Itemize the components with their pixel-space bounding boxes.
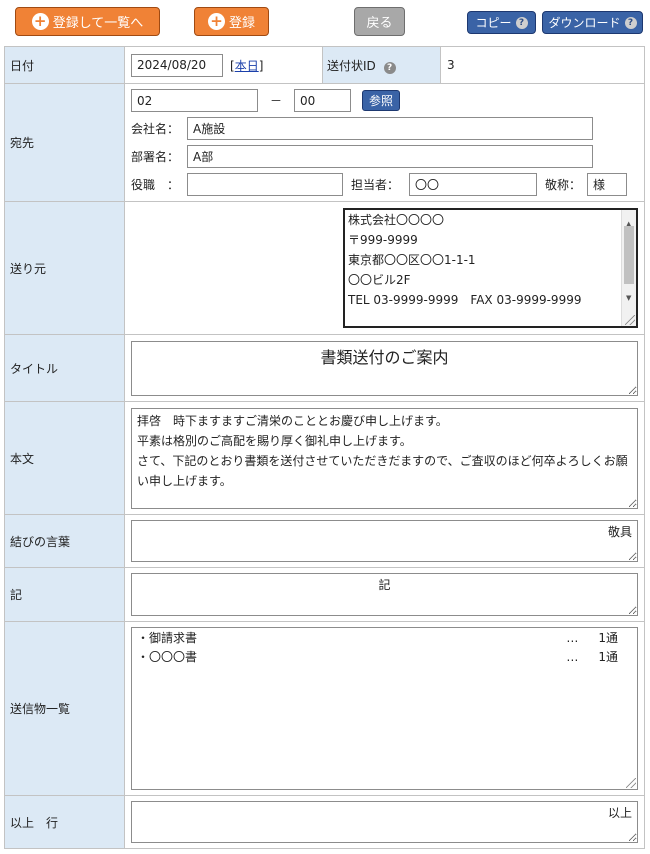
date-row: 日付 [本日] 送付状ID ? 3: [4, 46, 645, 84]
help-icon: ?: [624, 16, 637, 29]
sender-textarea[interactable]: 株式会社〇〇〇〇 〒999-9999 東京都〇〇区〇〇1-1-1 〇〇ビル2F …: [343, 208, 638, 328]
recipient-label: 宛先: [4, 83, 125, 202]
item-qty: 1通: [598, 631, 618, 645]
copy-button[interactable]: コピー ?: [467, 11, 536, 34]
closing-textarea[interactable]: 敬具: [131, 520, 638, 562]
register-label: 登録: [228, 16, 255, 31]
items-label: 送信物一覧: [4, 621, 125, 796]
item-name: ・〇〇〇書: [137, 650, 198, 664]
body-label: 本文: [4, 401, 125, 515]
date-input[interactable]: [131, 53, 223, 77]
back-label: 戻る: [366, 16, 393, 31]
items-row: 送信物一覧 ・御請求書 … 1通 ・〇〇〇書 … 1通: [4, 621, 645, 796]
sender-line: 〇〇ビル2F: [348, 273, 411, 287]
send-id-label-cell: 送付状ID ?: [322, 46, 441, 84]
body-textarea[interactable]: 拝啓 時下ますますご清栄のこととお慶び申し上げます。 平素は格別のご高配を賜り厚…: [131, 407, 638, 509]
sender-line: 株式会社〇〇〇〇: [348, 213, 445, 227]
end-label: 以上 行: [4, 795, 125, 849]
help-icon: ?: [383, 61, 396, 74]
dept-input[interactable]: [187, 145, 593, 168]
end-row: 以上 行 以上: [4, 795, 645, 849]
closing-row: 結びの言葉 敬具: [4, 514, 645, 568]
sender-line: TEL 03-9999-9999 FAX 03-9999-9999: [348, 293, 582, 307]
honorific-label: 敬称：: [545, 178, 582, 192]
closing-label: 結びの言葉: [4, 514, 125, 568]
download-label: ダウンロード: [548, 16, 621, 30]
end-textarea[interactable]: 以上: [131, 801, 638, 843]
today-link-wrap: [本日]: [230, 58, 264, 73]
toolbar: + 登録して一覧へ + 登録 戻る コピー ? ダウンロード ?: [0, 0, 650, 44]
item-dots: …: [566, 631, 579, 645]
items-textarea[interactable]: ・御請求書 … 1通 ・〇〇〇書 … 1通: [131, 627, 638, 790]
resize-grip-icon[interactable]: [625, 315, 635, 325]
download-button[interactable]: ダウンロード ?: [542, 11, 643, 34]
position-input[interactable]: [187, 173, 343, 196]
title-row: タイトル 書類送付のご案内: [4, 334, 645, 402]
body-row: 本文 拝啓 時下ますますご清栄のこととお慶び申し上げます。 平素は格別のご高配を…: [4, 401, 645, 515]
scrollbar-thumb[interactable]: [624, 226, 634, 284]
sender-cell: 株式会社〇〇〇〇 〒999-9999 東京都〇〇区〇〇1-1-1 〇〇ビル2F …: [124, 201, 645, 335]
copy-label: コピー: [475, 16, 512, 30]
today-link[interactable]: 本日: [235, 59, 259, 73]
register-and-list-label: 登録して一覧へ: [52, 16, 144, 31]
lookup-button[interactable]: 参照: [362, 90, 401, 111]
item-qty: 1通: [598, 650, 618, 664]
company-label: 会社名：: [131, 122, 180, 136]
back-button[interactable]: 戻る: [354, 7, 405, 36]
zip2-input[interactable]: [294, 89, 352, 112]
cover-letter-form: 日付 [本日] 送付状ID ? 3 宛先 － 参照 会社名：: [4, 46, 645, 849]
list-item: ・〇〇〇書 … 1通: [137, 648, 632, 667]
ki-label: 記: [4, 567, 125, 622]
zip-separator: －: [270, 94, 283, 108]
honorific-input[interactable]: [587, 173, 627, 196]
end-cell: 以上: [124, 795, 645, 849]
send-id-value: 3: [440, 46, 645, 84]
dept-label: 部署名：: [131, 150, 180, 164]
company-input[interactable]: [187, 117, 593, 140]
item-dots: …: [566, 650, 579, 664]
date-label: 日付: [4, 46, 125, 84]
help-icon: ?: [515, 16, 528, 29]
list-item: ・御請求書 … 1通: [137, 629, 632, 648]
plus-circle-icon: +: [207, 13, 225, 30]
closing-cell: 敬具: [124, 514, 645, 568]
scrollbar[interactable]: ▲ ▼: [621, 210, 636, 326]
zip1-input[interactable]: [131, 89, 258, 112]
title-textarea[interactable]: 書類送付のご案内: [131, 340, 638, 396]
person-label: 担当者：: [351, 178, 400, 192]
sender-row: 送り元 株式会社〇〇〇〇 〒999-9999 東京都〇〇区〇〇1-1-1 〇〇ビ…: [4, 201, 645, 335]
title-cell: 書類送付のご案内: [124, 334, 645, 402]
title-label: タイトル: [4, 334, 125, 402]
position-label: 役職 ：: [131, 178, 180, 192]
plus-circle-icon: +: [31, 13, 49, 30]
item-name: ・御請求書: [137, 631, 198, 645]
send-id-label: 送付状ID: [327, 58, 376, 73]
ki-cell: 記: [124, 567, 645, 622]
body-cell: 拝啓 時下ますますご清栄のこととお慶び申し上げます。 平素は格別のご高配を賜り厚…: [124, 401, 645, 515]
recipient-row: 宛先 － 参照 会社名： 部署名： 役職 ： 担当者： 敬称：: [4, 83, 645, 202]
date-cell: [本日]: [124, 46, 323, 84]
items-cell: ・御請求書 … 1通 ・〇〇〇書 … 1通: [124, 621, 645, 796]
resize-grip-icon[interactable]: [626, 778, 636, 788]
recipient-cell: － 参照 会社名： 部署名： 役職 ： 担当者： 敬称：: [124, 83, 645, 202]
person-input[interactable]: [409, 173, 537, 196]
register-and-list-button[interactable]: + 登録して一覧へ: [15, 7, 160, 36]
sender-line: 東京都〇〇区〇〇1-1-1: [348, 253, 476, 267]
sender-label: 送り元: [4, 201, 125, 335]
scroll-down-icon[interactable]: ▼: [626, 288, 631, 308]
ki-row: 記 記: [4, 567, 645, 622]
ki-textarea[interactable]: 記: [131, 573, 638, 616]
register-button[interactable]: + 登録: [194, 7, 269, 36]
sender-line: 〒999-9999: [348, 233, 418, 247]
